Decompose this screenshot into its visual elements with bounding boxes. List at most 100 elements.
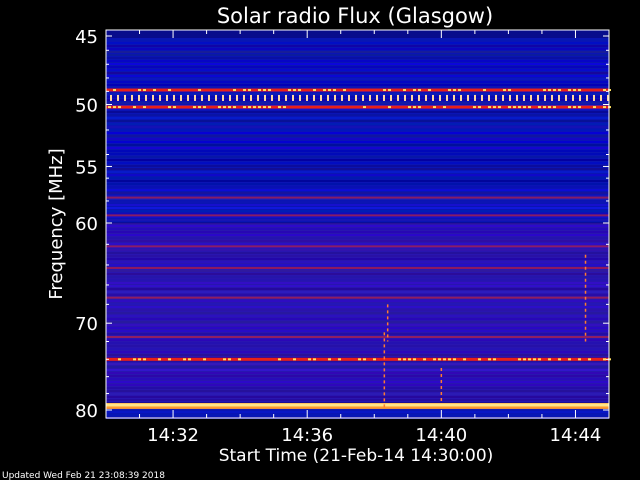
band-dot	[159, 94, 161, 101]
band-dot	[320, 94, 322, 101]
x-axis-label: Start Time (21-Feb-14 14:30:00)	[219, 446, 494, 466]
band-speckle	[193, 106, 196, 109]
band-speckle	[363, 106, 366, 109]
texture-row	[106, 93, 609, 95]
band-dot	[250, 94, 252, 101]
band-speckle	[268, 89, 271, 92]
band-speckle	[578, 89, 581, 92]
band-speckle	[233, 106, 236, 109]
texture-row	[106, 192, 609, 194]
frequency-band	[106, 335, 609, 338]
y-tick-label: 60	[75, 214, 98, 235]
band-dot	[600, 94, 602, 101]
band-speckle	[558, 89, 561, 92]
band-speckle	[423, 358, 426, 361]
texture-row	[106, 60, 609, 62]
y-tick-label: 70	[75, 314, 98, 335]
band-speckle	[543, 89, 546, 92]
texture-row	[106, 117, 609, 119]
band-speckle	[508, 106, 511, 109]
band-speckle	[448, 358, 451, 361]
band-dot	[481, 94, 483, 101]
band-speckle	[388, 89, 391, 92]
band-speckle	[403, 358, 406, 361]
band-speckle	[158, 358, 161, 361]
band-dot	[348, 94, 350, 101]
band-speckle	[488, 358, 491, 361]
band-speckle	[268, 106, 271, 109]
band-speckle	[538, 106, 541, 109]
frequency-band	[106, 296, 609, 299]
texture-row	[106, 48, 609, 50]
band-speckle	[408, 358, 411, 361]
band-dot	[418, 94, 420, 101]
band-dot	[411, 94, 413, 101]
band-dot	[124, 94, 126, 101]
band-speckle	[133, 358, 136, 361]
band-dot	[425, 94, 427, 101]
band-speckle	[198, 106, 201, 109]
band-dot	[166, 94, 168, 101]
y-tick-label: 45	[75, 27, 98, 48]
texture-row	[106, 219, 609, 221]
band-speckle	[293, 358, 296, 361]
band-speckle	[548, 358, 551, 361]
band-dot	[299, 94, 301, 101]
texture-row	[106, 174, 609, 176]
band-dot	[229, 94, 231, 101]
texture-row	[106, 162, 609, 164]
band-speckle	[603, 89, 606, 92]
texture-row	[106, 186, 609, 188]
band-dot	[152, 94, 154, 101]
band-speckle	[108, 106, 111, 109]
band-dot	[341, 94, 343, 101]
band-speckle	[298, 89, 301, 92]
plot-area	[105, 29, 611, 419]
bottom-bright-band	[106, 403, 609, 407]
band-speckle	[113, 89, 116, 92]
band-speckle	[493, 106, 496, 109]
y-tick-label: 55	[75, 157, 98, 178]
texture-row	[106, 189, 609, 191]
band-speckle	[553, 106, 556, 109]
band-dot	[551, 94, 553, 101]
band-speckle	[428, 89, 431, 92]
band-speckle	[553, 89, 556, 92]
band-dot	[355, 94, 357, 101]
band-speckle	[243, 89, 246, 92]
band-speckle	[363, 358, 366, 361]
band-speckle	[288, 89, 291, 92]
band-speckle	[408, 106, 411, 109]
lower-region-tint	[106, 223, 609, 402]
band-dot	[131, 94, 133, 101]
band-speckle	[533, 358, 536, 361]
band-dot	[453, 94, 455, 101]
band-dot	[586, 94, 588, 101]
texture-row	[106, 84, 609, 86]
band-dot	[362, 94, 364, 101]
band-dot	[565, 94, 567, 101]
band-speckle	[278, 106, 281, 109]
band-speckle	[588, 358, 591, 361]
band-speckle	[373, 358, 376, 361]
texture-row	[106, 66, 609, 68]
band-speckle	[248, 106, 251, 109]
band-dot	[208, 94, 210, 101]
band-speckle	[203, 358, 206, 361]
texture-row	[106, 141, 609, 143]
band-speckle	[258, 89, 261, 92]
band-speckle	[568, 106, 571, 109]
band-speckle	[478, 106, 481, 109]
band-dot	[306, 94, 308, 101]
band-speckle	[143, 89, 146, 92]
band-speckle	[578, 358, 581, 361]
x-tick-label: 14:40	[415, 425, 467, 446]
band-speckle	[573, 106, 576, 109]
band-speckle	[358, 358, 361, 361]
texture-row	[106, 153, 609, 155]
band-speckle	[528, 358, 531, 361]
band-speckle	[433, 106, 436, 109]
band-speckle	[508, 89, 511, 92]
band-dot	[523, 94, 525, 101]
band-speckle	[603, 358, 606, 361]
